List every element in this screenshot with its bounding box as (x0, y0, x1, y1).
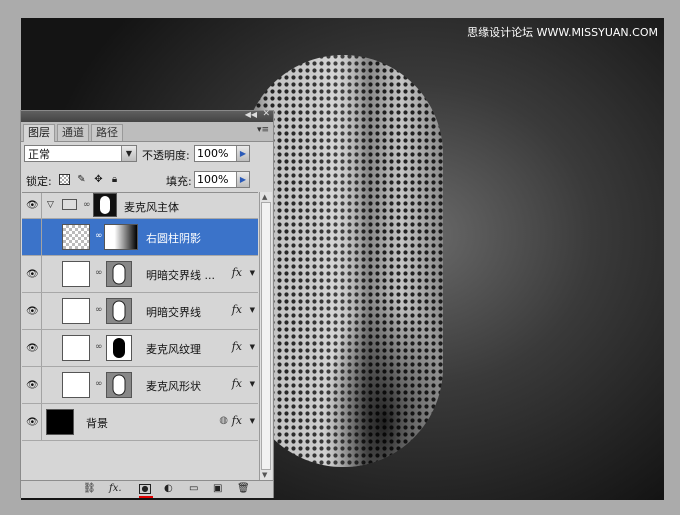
chevron-right-icon[interactable]: ▶ (236, 146, 249, 161)
fx-icon[interactable]: fx (232, 414, 242, 427)
visibility-toggle[interactable]: 👁︎ (22, 293, 42, 329)
lock-brush-icon[interactable]: ✎ (76, 174, 87, 185)
scroll-thumb[interactable] (261, 202, 271, 470)
layer-row-selected[interactable]: ∞ 右圆柱阴影 (22, 219, 258, 256)
fill-value: 100% (197, 173, 229, 186)
fx-icon[interactable]: fx (232, 266, 242, 279)
visibility-toggle[interactable]: 👁︎ (22, 330, 42, 366)
chevron-down-icon[interactable]: ▼ (250, 380, 255, 388)
watermark-text: 思缘设计论坛 WWW.MISSYUAN.COM (467, 26, 658, 39)
opacity-value: 100% (197, 147, 229, 160)
visibility-toggle[interactable]: 👁︎ (22, 256, 42, 292)
opacity-field[interactable]: 100% ▶ (194, 145, 250, 162)
layer-thumbnail (62, 298, 90, 324)
add-style-icon[interactable]: fx. (109, 483, 122, 494)
visibility-toggle[interactable] (22, 219, 42, 255)
layer-row-background[interactable]: 👁︎ 背景 ◍ fx ▼ (22, 404, 258, 441)
fx-icon[interactable]: fx (232, 340, 242, 353)
chevron-down-icon[interactable]: ▼ (250, 417, 255, 425)
group-mask-thumbnail (93, 193, 117, 217)
link-icon: ∞ (95, 342, 103, 352)
layer-thumbnail (62, 261, 90, 287)
lock-all-icon[interactable]: 🔒︎ (109, 174, 120, 185)
visibility-toggle[interactable]: 👁︎ (22, 367, 42, 403)
layer-thumbnail (62, 372, 90, 398)
layer-name: 背景 (86, 417, 108, 430)
layer-mask-thumbnail (106, 335, 132, 361)
panel-titlebar[interactable]: ◀◀ ✕ (21, 109, 273, 122)
layer-thumbnail (62, 335, 90, 361)
layer-name: 明暗交界线 (146, 306, 201, 319)
layers-panel: ◀◀ ✕ 图层 通道 路径 ▾≡ 正常 ▼ 不透明度: 100% ▶ 锁定: ✎… (20, 109, 274, 498)
add-mask-icon[interactable]: ● (139, 484, 151, 494)
fx-icon[interactable]: fx (232, 377, 242, 390)
layer-thumbnail (62, 224, 90, 250)
tab-paths[interactable]: 路径 (91, 124, 123, 141)
visibility-toggle[interactable]: 👁︎ (22, 404, 42, 440)
eye-icon: 👁︎ (26, 380, 39, 391)
layer-name: 麦克风形状 (146, 380, 201, 393)
scroll-down-icon[interactable]: ▼ (262, 471, 267, 479)
layer-name: 麦克风主体 (124, 201, 179, 214)
link-icon: ∞ (95, 305, 103, 315)
lock-transparency-icon[interactable] (59, 174, 70, 185)
active-indicator (139, 496, 153, 498)
lock-label: 锁定: (26, 175, 52, 188)
chevron-down-icon: ▼ (121, 146, 136, 161)
panel-menu-icon[interactable]: ▾≡ (257, 125, 269, 135)
chevron-down-icon[interactable]: ▼ (250, 343, 255, 351)
blend-mode-value: 正常 (28, 148, 50, 161)
folder-icon (62, 199, 77, 210)
link-icon: ∞ (95, 268, 103, 278)
layer-mask-thumbnail (106, 261, 132, 287)
eye-icon: 👁︎ (26, 417, 39, 428)
eye-icon: 👁︎ (26, 269, 39, 280)
link-icon: ∞ (83, 200, 91, 210)
opacity-label: 不透明度: (142, 149, 190, 162)
collapse-icon[interactable]: ◀◀ (245, 110, 257, 119)
new-layer-icon[interactable]: ▣ (213, 483, 222, 494)
eye-icon: 👁︎ (26, 343, 39, 354)
delete-layer-icon[interactable]: 🗑︎ (237, 483, 250, 494)
link-icon: ∞ (95, 231, 103, 241)
close-icon[interactable]: ✕ (262, 109, 270, 119)
layer-row[interactable]: 👁︎ ∞ 明暗交界线 ... fx ▼ (22, 256, 258, 293)
effects-globe-icon: ◍ (219, 415, 228, 426)
eye-icon: 👁︎ (26, 306, 39, 317)
layers-scrollbar[interactable]: ▲ ▼ (259, 192, 272, 480)
layer-row[interactable]: 👁︎ ∞ 麦克风纹理 fx ▼ (22, 330, 258, 367)
chevron-right-icon[interactable]: ▶ (236, 172, 249, 187)
chevron-down-icon[interactable]: ▼ (250, 306, 255, 314)
lock-move-icon[interactable]: ✥ (93, 174, 104, 185)
expand-triangle-icon[interactable]: ▽ (47, 200, 54, 210)
fx-icon[interactable]: fx (232, 303, 242, 316)
panel-tabs: 图层 通道 路径 ▾≡ (21, 122, 273, 142)
layer-row[interactable]: 👁︎ ∞ 麦克风形状 fx ▼ (22, 367, 258, 404)
layer-row[interactable]: 👁︎ ∞ 明暗交界线 fx ▼ (22, 293, 258, 330)
layer-mask-thumbnail (106, 372, 132, 398)
link-layers-icon[interactable]: ⛓︎ (83, 483, 96, 494)
layer-name: 麦克风纹理 (146, 343, 201, 356)
tab-layers[interactable]: 图层 (23, 124, 55, 142)
fill-label: 填充: (166, 175, 192, 188)
scroll-up-icon[interactable]: ▲ (262, 193, 267, 201)
visibility-toggle[interactable]: 👁︎ (22, 193, 42, 218)
chevron-down-icon[interactable]: ▼ (250, 269, 255, 277)
link-icon: ∞ (95, 379, 103, 389)
panel-bottom-toolbar: ⛓︎ fx. ● ◐ ▭ ▣ 🗑︎ (21, 480, 273, 498)
background-thumbnail (46, 409, 74, 435)
layer-name: 右圆柱阴影 (146, 232, 201, 245)
blend-mode-select[interactable]: 正常 ▼ (24, 145, 137, 162)
adjustment-layer-icon[interactable]: ◐ (164, 483, 173, 494)
layer-row[interactable]: 👁︎ ▽ ∞ 麦克风主体 (22, 193, 258, 219)
eye-icon: 👁︎ (26, 200, 39, 211)
fill-field[interactable]: 100% ▶ (194, 171, 250, 188)
layer-name: 明暗交界线 ... (146, 269, 215, 282)
layer-mask-thumbnail (106, 298, 132, 324)
layer-mask-thumbnail (104, 224, 138, 250)
layers-list: 👁︎ ▽ ∞ 麦克风主体 ∞ 右圆柱阴影 👁︎ ∞ 明暗交界线 ... fx ▼… (22, 192, 258, 481)
tab-channels[interactable]: 通道 (57, 124, 89, 141)
new-group-icon[interactable]: ▭ (189, 483, 198, 494)
